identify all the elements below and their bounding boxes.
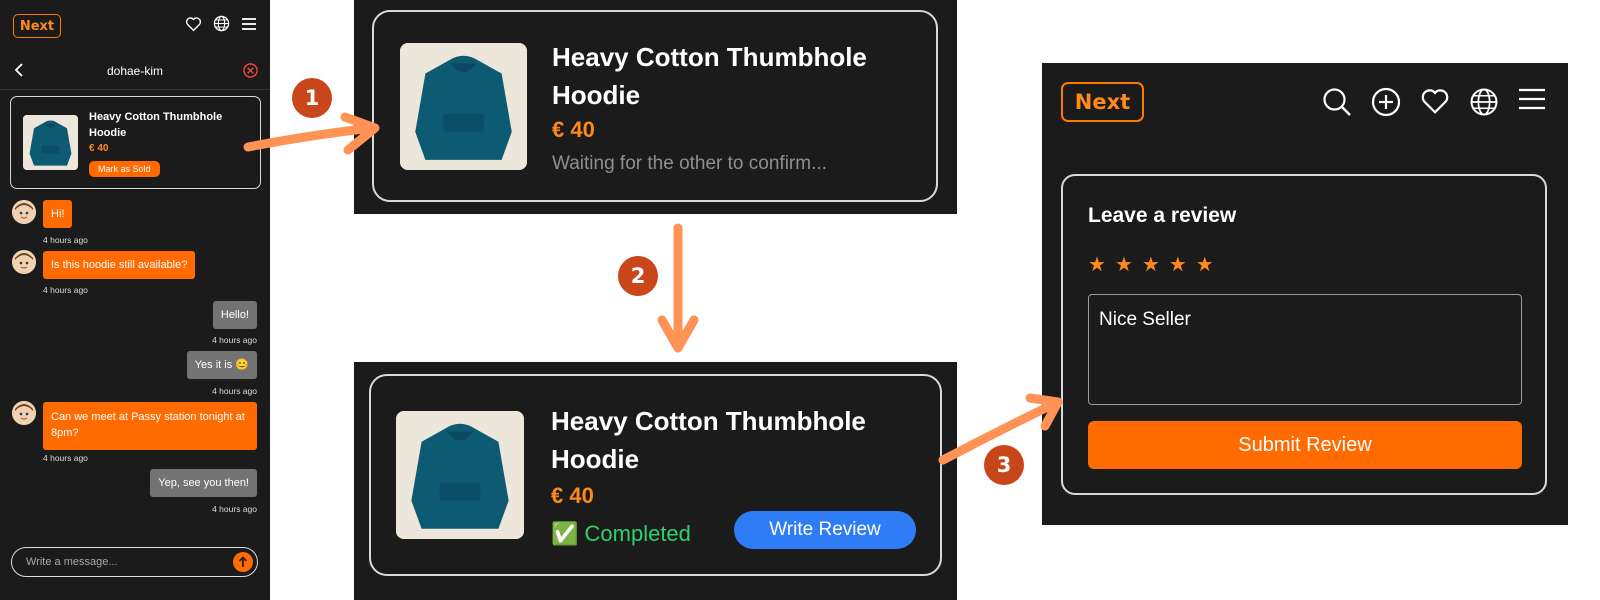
step-badge-3: 3 xyxy=(984,445,1024,485)
step-badge-1: 1 xyxy=(292,78,332,118)
flow-arrows xyxy=(243,112,1063,465)
step-badge-2: 2 xyxy=(618,256,658,296)
